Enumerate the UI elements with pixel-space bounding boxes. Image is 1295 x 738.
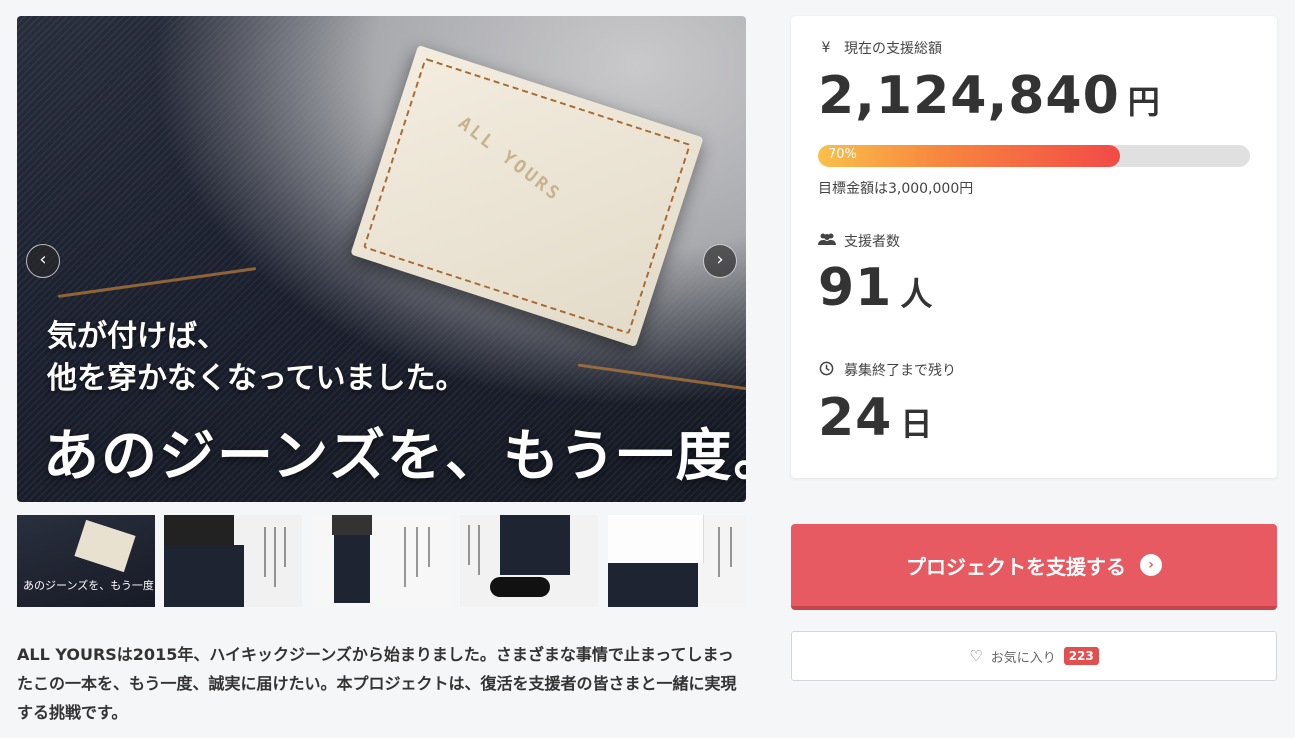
thumb-vertical-text [284,527,286,567]
chevron-left-icon: ‹ [39,249,47,270]
thumbnail-5[interactable] [608,515,746,607]
mini-patch [74,519,136,573]
funding-stats-card: ¥ 現在の支援総額 2,124,840 円 70% 目標金額は3,000,000… [791,16,1277,478]
goal-amount: 目標金額は3,000,000円 [818,181,974,197]
thumb-jeans [608,563,698,607]
thumbnail-strip: あのジーンズを、もう一度 [17,515,746,607]
total-amount-unit: 円 [1127,83,1160,121]
funding-progress-bar: 70% [818,145,1250,167]
favorite-label: お気に入り [990,650,1056,666]
total-amount-label: ¥ 現在の支援総額 [818,38,942,58]
thumbnail-2[interactable] [164,515,302,607]
clock-icon [818,361,834,380]
favorite-button[interactable]: ♡ お気に入り 223 [791,631,1277,681]
total-amount: 2,124,840 円 [818,66,1160,126]
patch-brand-text: ALL YOURS [454,112,566,206]
thumb-vertical-text [730,527,732,567]
support-button-label: プロジェクトを支援する [906,554,1126,579]
hero-headline: あのジーンズを、もう一度。 [43,423,746,489]
stitch-decoration [57,267,257,298]
total-amount-label-text: 現在の支援総額 [844,41,942,57]
thumb-shirt [164,515,234,545]
main-project-image: ALL YOURS 気が付けば、 他を穿かなくなっていました。 あのジーンズを、… [17,16,746,502]
progress-percent: 70% [828,147,857,162]
favorite-count-badge: 223 [1063,647,1099,665]
yen-icon: ¥ [821,40,831,56]
remaining-unit: 日 [900,405,933,443]
thumb-vertical-text [404,527,406,587]
thumbnail-caption: あのジーンズを、もう一度 [23,579,154,592]
thumbnail-3[interactable] [312,515,450,607]
thumbnail-1[interactable]: あのジーンズを、もう一度 [17,515,155,607]
backers-value: 91 [818,258,893,318]
thumb-jeans [334,535,370,603]
remaining-label-text: 募集終了まで残り [844,363,956,379]
thumb-shoe [490,577,550,597]
thumb-jeans [164,545,244,607]
backers-unit: 人 [900,275,933,313]
backers-label: 支援者数 [818,231,900,251]
hero-subcopy: 気が付けば、 他を穿かなくなっていました。 [47,319,466,396]
heart-icon: ♡ [969,647,983,665]
project-description: ALL YOURSは2015年、ハイキックジーンズから始まりました。さまざまな事… [17,645,737,722]
thumb-vertical-text [478,525,480,575]
thumb-person [332,515,372,535]
backers-label-text: 支援者数 [844,234,900,250]
chevron-right-icon: › [716,249,724,270]
thumb-shirt [608,515,704,563]
thumbnail-4[interactable] [460,515,598,607]
carousel-next-button[interactable]: › [703,244,737,278]
thumb-vertical-text [428,527,430,567]
support-project-button[interactable]: プロジェクトを支援する › [791,524,1277,610]
carousel-prev-button[interactable]: ‹ [26,244,60,278]
leather-patch: ALL YOURS [350,45,704,347]
thumb-vertical-text [264,527,266,577]
thumb-vertical-text [274,527,276,587]
arrow-right-icon: › [1140,554,1162,576]
thumb-vertical-text [416,527,418,577]
backers-count: 91 人 [818,258,932,318]
thumb-vertical-text [468,525,470,565]
total-amount-value: 2,124,840 [818,66,1120,126]
thumb-jeans [500,515,570,575]
stitch-decoration [577,363,746,392]
thumb-vertical-text [718,527,720,577]
remaining-days: 24 日 [818,388,932,448]
remaining-value: 24 [818,388,893,448]
progress-fill: 70% [818,145,1121,167]
users-icon [818,232,836,250]
remaining-label: 募集終了まで残り [818,360,956,380]
